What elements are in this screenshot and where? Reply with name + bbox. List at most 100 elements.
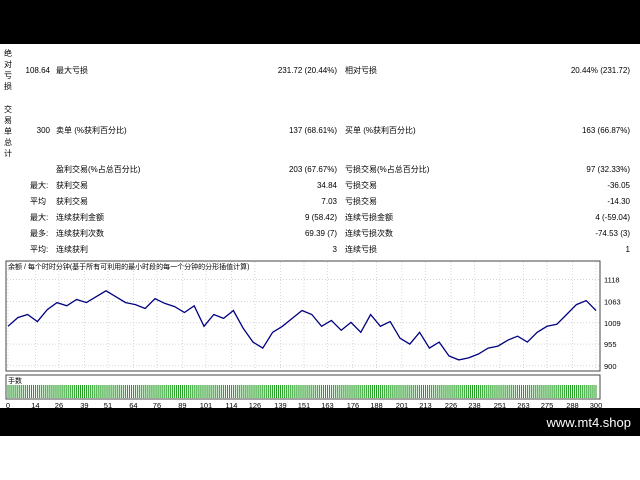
volume-bar [36,385,38,398]
volume-bar [91,385,93,398]
volume-bar [52,385,54,398]
short-positions-label: 卖单 (%获利百分比) [56,126,127,135]
volume-bar [70,385,72,398]
volume-bar [334,385,336,398]
volume-bar [54,385,56,398]
volume-bar [297,385,299,398]
short-positions-value: 137 (68.61%) [288,126,337,135]
volume-bar [497,385,499,398]
volume-bar [370,385,372,398]
volume-bar [375,385,377,398]
volume-bar [313,385,315,398]
total-trades-value: 300 [36,126,50,135]
volume-bar [577,385,579,398]
y-tick-label: 955 [604,340,617,349]
volume-bar [579,385,581,398]
volume-bar [158,385,160,398]
average-profit-value: 7.03 [321,197,337,206]
volume-bar [80,385,82,398]
volume-bar [185,385,187,398]
volume-bar [174,385,176,398]
volume-bar [544,385,546,398]
volume-bar [113,385,115,398]
volume-bar [62,385,64,398]
volume-bar [460,385,462,398]
volume-bar [589,385,591,398]
volume-bar [360,385,362,398]
volume-bar [121,385,123,398]
average-prefix: 平均 [30,197,46,206]
volume-bar [401,385,403,398]
volume-bar [191,385,193,398]
volume-bar [554,385,556,398]
volume-bar [117,385,119,398]
volume-bar [493,385,495,398]
volume-bar [283,385,285,398]
volume-bar [571,385,573,398]
y-tick-label: 900 [604,362,617,371]
volume-bar [399,385,401,398]
volume-bar [377,385,379,398]
volume-bar [311,385,313,398]
volume-bar [244,385,246,398]
chart-title: 余额 / 每个时时分钟(基于所有可利用的最小时段的每一个分钟的分形插值计算) [8,262,250,271]
volume-bar [570,385,572,398]
volume-bar [568,385,570,398]
volume-bar [7,385,9,398]
volume-bar [346,385,348,398]
average-profit-label: 获利交易 [56,197,88,206]
volume-bar [309,385,311,398]
volume-bar [15,385,17,398]
volume-bar [522,385,524,398]
volume-bar [250,385,252,398]
volume-bar [354,385,356,398]
volume-bar [74,385,76,398]
volume-bar [336,385,338,398]
volume-bar [264,385,266,398]
chart-frame [5,260,601,372]
volume-bar [468,385,470,398]
volume-bar [136,385,138,398]
volume-bar [430,385,432,398]
maximal-consecutive-loss-label: 连续亏损次数 [345,229,393,238]
volume-bar [499,385,501,398]
volume-bar [342,385,344,398]
volume-bar [272,385,274,398]
volume-bar [379,385,381,398]
volume-bar [152,385,154,398]
volume-bar [419,385,421,398]
volume-bar [48,385,50,398]
volume-bar [595,385,597,398]
volume-bar [372,385,374,398]
volume-bar [166,385,168,398]
volume-bar [391,385,393,398]
volume-bar [187,385,189,398]
volume-bar [362,385,364,398]
lower-blank-area [0,436,640,480]
volume-bar [195,385,197,398]
largest-profit-value: 34.84 [316,181,337,190]
volume-bar [78,385,80,398]
volume-bar [109,385,111,398]
volume-bar [403,385,405,398]
volume-bar [454,385,456,398]
volume-bar [426,385,428,398]
volume-bar [328,385,330,398]
volume-bar [374,385,376,398]
volume-bar [475,385,477,398]
largest-loss-value: -36.05 [607,181,630,190]
volume-bar [134,385,136,398]
volume-bar [305,385,307,398]
volume-bar [123,385,125,398]
volume-bar [395,385,397,398]
volume-bar [491,385,493,398]
volume-bar [17,385,19,398]
volume-bar [438,385,440,398]
volume-bar [409,385,411,398]
volume-bar [193,385,195,398]
volume-bar [434,385,436,398]
volume-bar [268,385,270,398]
volume-bar [32,385,34,398]
absolute-drawdown-value: 108.64 [25,66,50,75]
volume-bar [89,385,91,398]
